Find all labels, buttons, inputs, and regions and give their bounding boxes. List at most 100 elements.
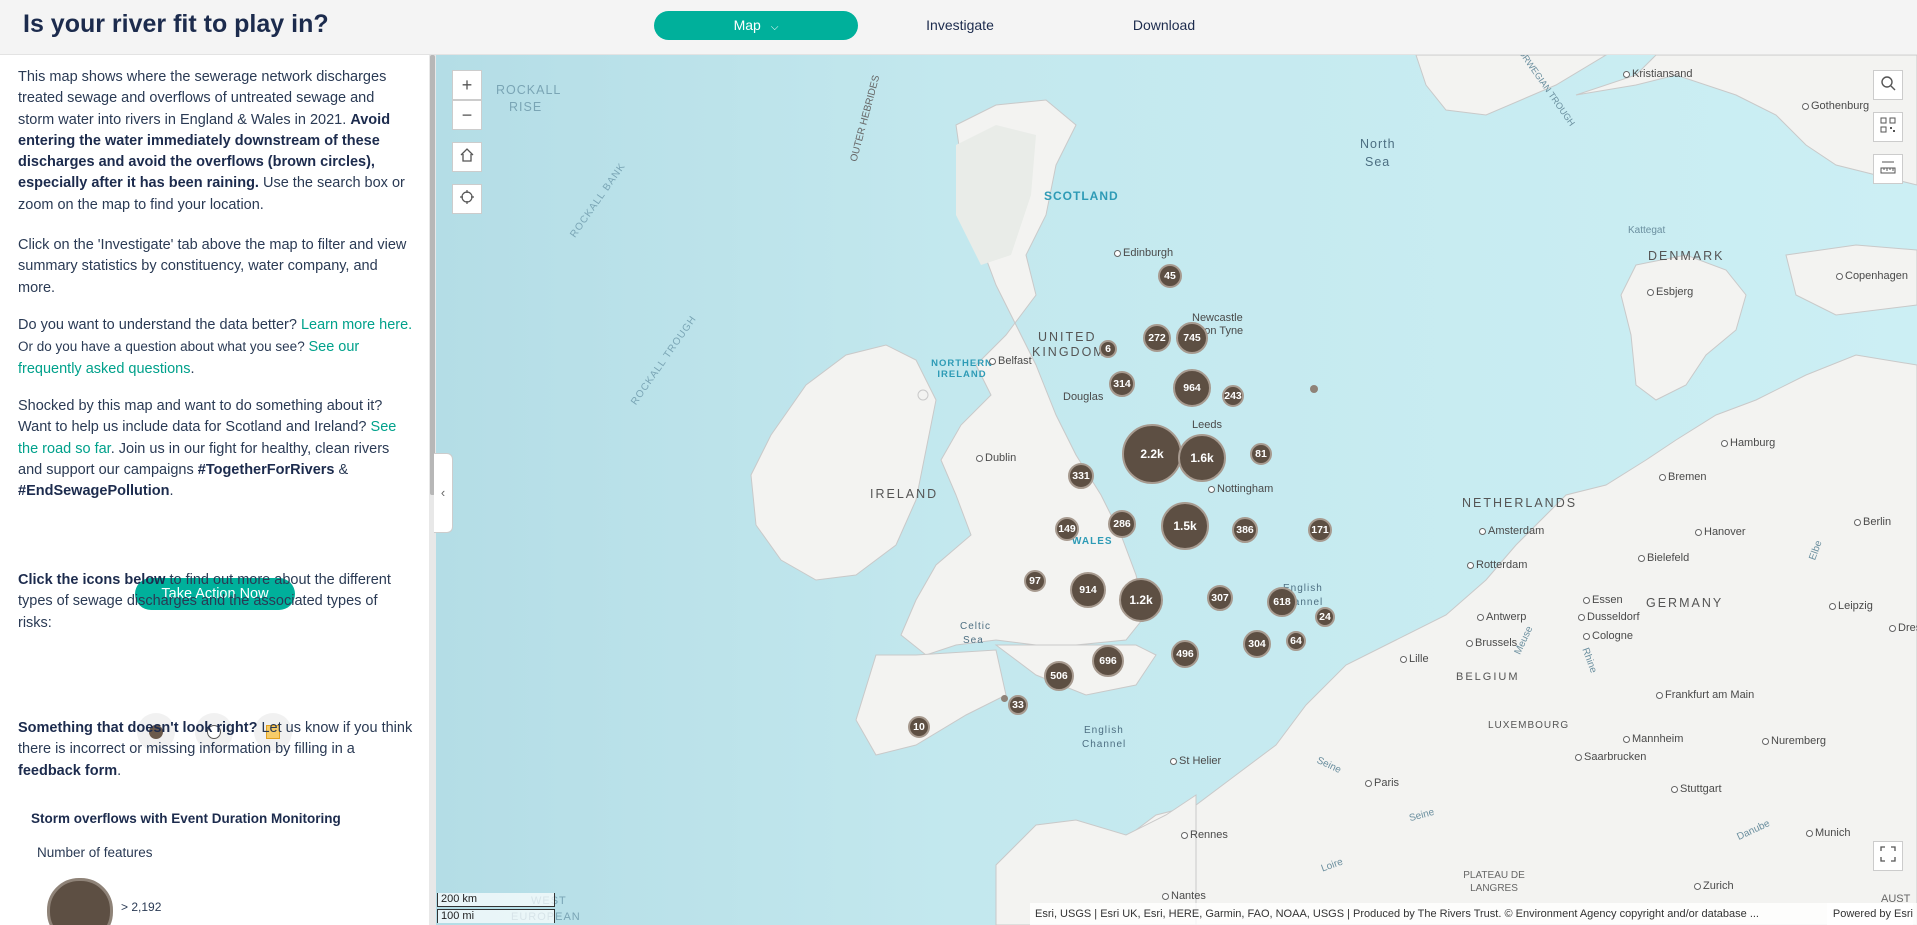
city-label: Bremen [1668,471,1707,483]
campaign-tag-sewage: #EndSewagePollution [18,483,170,500]
investigate-paragraph: Click on the 'Investigate' tab above the… [18,237,407,296]
city-label: Nantes [1171,890,1206,902]
zoom-out-button[interactable]: − [452,100,482,130]
label-belgium: BELGIUM [1456,671,1520,683]
cluster-marker[interactable]: 386 [1232,517,1258,543]
cluster-marker[interactable]: 81 [1250,443,1272,465]
cluster-marker[interactable]: 914 [1070,572,1106,608]
city-frankfurt: Frankfurt am Main [1656,689,1754,701]
cluster-marker[interactable]: 6 [1099,340,1117,358]
cluster-marker[interactable]: 2.2k [1122,424,1182,484]
label-north: North [1360,137,1396,151]
data-question: Do you want to understand the data bette… [18,317,301,333]
cluster-marker[interactable]: 307 [1207,585,1233,611]
cluster-marker[interactable]: 506 [1044,661,1074,691]
single-overflow-point[interactable] [1310,385,1318,393]
city-paris: Paris [1365,777,1399,789]
cluster-marker[interactable]: 272 [1143,324,1171,352]
fullscreen-button[interactable] [1873,841,1903,871]
city-munich: Munich [1806,827,1850,839]
city-label: Copenhagen [1845,270,1909,282]
ruler-icon [1880,161,1896,174]
city-dot [976,454,983,462]
city-label: Kristiansand [1632,68,1693,80]
city-dot [1671,785,1678,793]
learn-more-link[interactable]: Learn more here. [301,317,412,333]
city-label: Amsterdam [1488,525,1545,537]
city-dot [1836,272,1843,280]
search-button[interactable] [1873,70,1903,100]
city-label: Leipzig [1838,600,1873,612]
cluster-marker[interactable]: 97 [1024,570,1046,592]
sidebar-scrollbar-thumb[interactable] [430,55,435,495]
label-ireland: IRELAND [870,487,939,501]
label-celtic-sea: Sea [963,635,984,646]
city-label: St Helier [1179,755,1222,767]
cluster-marker[interactable]: 331 [1068,463,1094,489]
city-dot [1466,639,1473,647]
city-berlin: Berlin [1854,516,1891,528]
tab-map-label: Map [733,17,761,33]
tab-investigate[interactable]: Investigate [880,11,1040,40]
cluster-marker[interactable]: 1.5k [1161,502,1209,550]
city-label: Rotterdam [1476,559,1528,571]
cluster-marker[interactable]: 304 [1243,630,1271,658]
locate-button[interactable] [452,184,482,214]
layer-list-button[interactable] [1873,112,1903,142]
cluster-marker[interactable]: 10 [908,716,930,738]
cluster-marker[interactable]: 33 [1008,695,1028,715]
city-leipzig: Leipzig [1829,600,1873,612]
app-title: Is your river fit to play in? [23,10,329,38]
cluster-marker[interactable]: 1.6k [1178,434,1226,482]
city-label: Stuttgart [1680,783,1722,795]
powered-by-esri[interactable]: Powered by Esri [1826,903,1913,925]
city-dot [1467,561,1474,569]
city-label: Hanover [1704,526,1746,538]
campaign-paragraph: Shocked by this map and want to do somet… [18,396,413,502]
label-germany: GERMANY [1646,596,1724,610]
measure-button[interactable] [1873,154,1903,184]
city-dot [1477,613,1484,621]
map-view[interactable]: ROCKALL RISE ROCKALL BANK ROCKALL TROUGH… [436,55,1917,925]
city-label: Nuremberg [1771,735,1827,747]
label-english-south: English [1084,725,1124,736]
city-dot [1802,102,1809,110]
scale-km: 200 km [437,893,555,907]
cluster-marker[interactable]: 618 [1267,587,1297,617]
cluster-marker[interactable]: 45 [1158,264,1182,288]
zoom-in-button[interactable]: + [452,70,482,100]
cluster-marker[interactable]: 314 [1109,371,1135,397]
tab-map[interactable]: Map ⌵ [654,11,858,40]
city-douglas: Douglas [1063,391,1103,403]
cluster-marker[interactable]: 171 [1308,518,1332,542]
tab-download[interactable]: Download [1084,11,1244,40]
city-belfast: Belfast [989,355,1032,367]
cluster-marker[interactable]: 745 [1176,322,1208,354]
intro-paragraph: This map shows where the sewerage networ… [18,67,413,216]
city-nottingham: Nottingham [1208,483,1273,495]
cluster-marker[interactable]: 149 [1055,517,1079,541]
city-kristiansand: Kristiansand [1623,68,1693,80]
label-sea: Sea [1365,155,1391,169]
single-overflow-point[interactable] [1001,695,1008,702]
city-label: Bielefeld [1647,552,1690,564]
cluster-marker[interactable]: 286 [1108,510,1136,538]
cluster-marker[interactable]: 964 [1173,369,1211,407]
cluster-marker[interactable]: 24 [1315,607,1335,627]
attribution-text: Esri, USGS | Esri UK, Esri, HERE, Garmin… [1035,908,1759,920]
city-label: Paris [1374,777,1400,789]
city-stuttgart: Stuttgart [1671,783,1722,795]
city-bremen: Bremen [1659,471,1707,483]
city-dot [1365,779,1372,787]
shocked-text: Shocked by this map and want to do somet… [18,398,383,436]
home-button[interactable] [452,142,482,172]
collapse-panel-button[interactable]: ‹ [434,453,453,533]
cluster-marker[interactable]: 64 [1286,631,1306,651]
fullscreen-icon [1880,846,1896,862]
cluster-marker[interactable]: 496 [1171,640,1199,668]
cluster-marker[interactable]: 1.2k [1119,578,1163,622]
cluster-marker[interactable]: 696 [1092,645,1124,677]
feedback-form-link[interactable]: feedback form [18,763,117,779]
city-label: Cologne [1592,630,1633,642]
cluster-marker[interactable]: 243 [1222,385,1244,407]
